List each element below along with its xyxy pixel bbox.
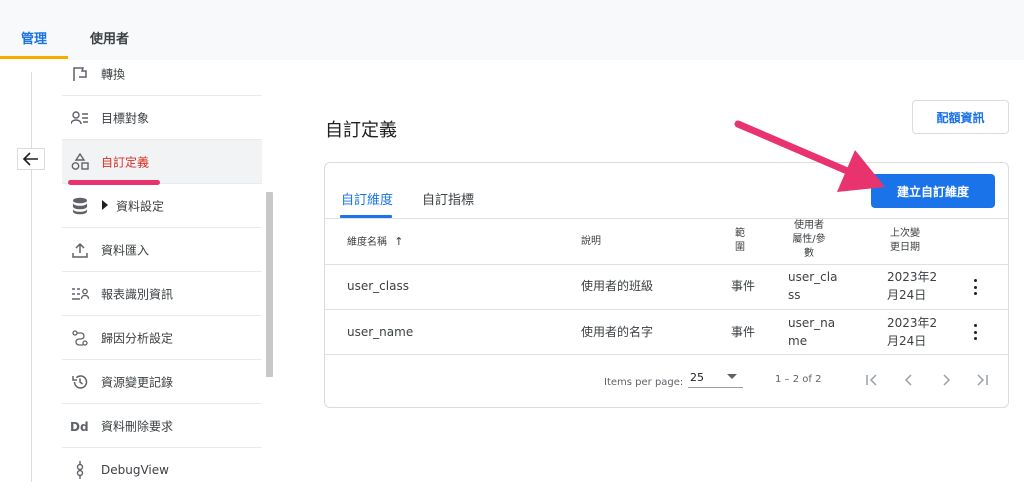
more-vert-icon[interactable] [970, 324, 980, 340]
cell-line: 2023年2 [887, 270, 938, 284]
sidebar-item-label: 資源變更記錄 [101, 375, 174, 389]
custom-definitions-card: 自訂維度 自訂指標 建立自訂維度 維度名稱 ↑ 說明 範 圍 使用者 屬性/參 … [324, 162, 1009, 408]
sidebar-item-label: 報表識別資訊 [101, 287, 174, 301]
data-deletion-icon: Dd [70, 416, 90, 436]
header-line: 更日期 [890, 242, 920, 253]
rail-divider [31, 72, 32, 482]
svg-text:Dd: Dd [70, 420, 89, 433]
sidebar-item-label: 自訂定義 [101, 155, 150, 169]
page-size-select[interactable]: 25 [688, 366, 743, 388]
sidebar-item-custom-definitions[interactable]: 自訂定義 [62, 140, 262, 184]
sidebar-nav: 轉換 目標對象 自訂定義 資料設定 資料匯入 報表識別資訊 歸因分析設定 資源變… [62, 60, 262, 490]
cell-last-changed: 2023年2 月24日 [887, 268, 937, 304]
sidebar-item-audiences[interactable]: 目標對象 [62, 96, 262, 140]
cell-dimension-name: user_class [347, 279, 409, 293]
cell-dimension-name: user_name [347, 325, 414, 339]
cell-scope: 事件 [731, 279, 756, 293]
sidebar-item-debugview[interactable]: DebugView [62, 448, 262, 490]
sidebar-item-conversions[interactable]: 轉換 [62, 60, 262, 96]
audience-icon [70, 108, 90, 128]
header-line: 上次變 [890, 228, 920, 239]
header-line: 圍 [735, 242, 745, 253]
cell-line: user_na [788, 316, 836, 330]
quota-info-button[interactable]: 配額資訊 [912, 100, 1009, 134]
cell-line: 月24日 [887, 334, 927, 348]
header-label: 維度名稱 [347, 237, 387, 248]
sidebar-item-data-deletion[interactable]: Dd 資料刪除要求 [62, 404, 262, 448]
tab-custom-metrics[interactable]: 自訂指標 [422, 189, 474, 208]
column-header-scope: 範 圍 [735, 227, 745, 255]
cell-line: 2023年2 [887, 316, 938, 330]
sidebar-item-data-settings[interactable]: 資料設定 [62, 184, 262, 228]
column-header-description: 說明 [581, 236, 601, 247]
pagination-range: 1 – 2 of 2 [775, 374, 822, 385]
chevron-right-icon [943, 374, 951, 386]
sidebar-item-label: 資料設定 [116, 199, 165, 213]
tab-custom-dimensions[interactable]: 自訂維度 [341, 189, 393, 208]
debug-icon [70, 460, 90, 480]
database-icon [70, 196, 90, 216]
next-page-button[interactable] [937, 371, 955, 389]
cell-line: user_cla [788, 270, 838, 284]
attribution-icon [70, 328, 90, 348]
header-line: 範 [735, 228, 745, 239]
items-per-page-label: Items per page: [604, 377, 684, 388]
cell-scope: 事件 [731, 325, 756, 339]
sidebar-item-label: 歸因分析設定 [101, 331, 174, 345]
header-line: 數 [804, 248, 814, 259]
history-icon [70, 372, 90, 392]
previous-page-button[interactable] [900, 371, 918, 389]
divider [325, 264, 1008, 265]
expand-caret-icon[interactable] [101, 199, 109, 213]
column-header-dimension-name[interactable]: 維度名稱 ↑ [347, 235, 403, 250]
divider [325, 309, 1008, 310]
sidebar-item-attribution-settings[interactable]: 歸因分析設定 [62, 316, 262, 360]
sidebar-scrollbar[interactable] [266, 192, 273, 377]
sidebar-item-reporting-identity[interactable]: 報表識別資訊 [62, 272, 262, 316]
cell-line: 月24日 [887, 288, 927, 302]
cell-line: me [788, 334, 808, 348]
cell-last-changed: 2023年2 月24日 [887, 314, 937, 350]
column-header-user-property: 使用者 屬性/參 數 [787, 219, 831, 261]
header-line: 使用者 [794, 220, 824, 231]
sort-ascending-icon[interactable]: ↑ [394, 235, 403, 248]
tab-admin[interactable]: 管理 [21, 28, 47, 47]
divider [325, 218, 1008, 219]
last-page-button[interactable] [973, 371, 991, 389]
annotation-underline [68, 180, 160, 185]
dropdown-caret-icon [727, 374, 737, 379]
sidebar-item-data-import[interactable]: 資料匯入 [62, 228, 262, 272]
column-header-last-changed: 上次變 更日期 [890, 227, 920, 255]
top-nav: 管理 使用者 [0, 0, 1024, 60]
create-custom-dimension-button[interactable]: 建立自訂維度 [871, 174, 995, 208]
shapes-icon [70, 152, 90, 172]
header-line: 屬性/參 [792, 234, 826, 245]
cell-description: 使用者的名字 [581, 325, 654, 339]
cell-user-property: user_cla ss [788, 268, 837, 304]
tab-users[interactable]: 使用者 [90, 28, 129, 47]
cell-line: ss [788, 288, 801, 302]
divider [325, 354, 1008, 355]
reporting-identity-icon [70, 284, 90, 304]
first-page-icon [866, 374, 877, 386]
arrow-left-icon [23, 152, 38, 166]
last-page-icon [977, 374, 988, 386]
tab-admin-underline [0, 56, 68, 59]
back-button[interactable] [17, 148, 45, 170]
chevron-left-icon [904, 374, 912, 386]
flag-icon [70, 64, 90, 84]
first-page-button[interactable] [863, 371, 881, 389]
more-vert-icon[interactable] [970, 279, 980, 295]
cell-user-property: user_na me [788, 314, 835, 350]
sidebar-item-label: 資料匯入 [101, 243, 150, 257]
page-title: 自訂定義 [325, 120, 397, 141]
sidebar-item-label: 資料刪除要求 [101, 419, 174, 433]
sidebar-item-label: DebugView [101, 462, 169, 477]
page-size-value: 25 [690, 371, 704, 384]
sidebar-item-label: 目標對象 [101, 111, 150, 125]
upload-icon [70, 240, 90, 260]
sidebar-item-label: 轉換 [101, 67, 126, 81]
sidebar-item-change-history[interactable]: 資源變更記錄 [62, 360, 262, 404]
cell-description: 使用者的班級 [581, 279, 654, 293]
